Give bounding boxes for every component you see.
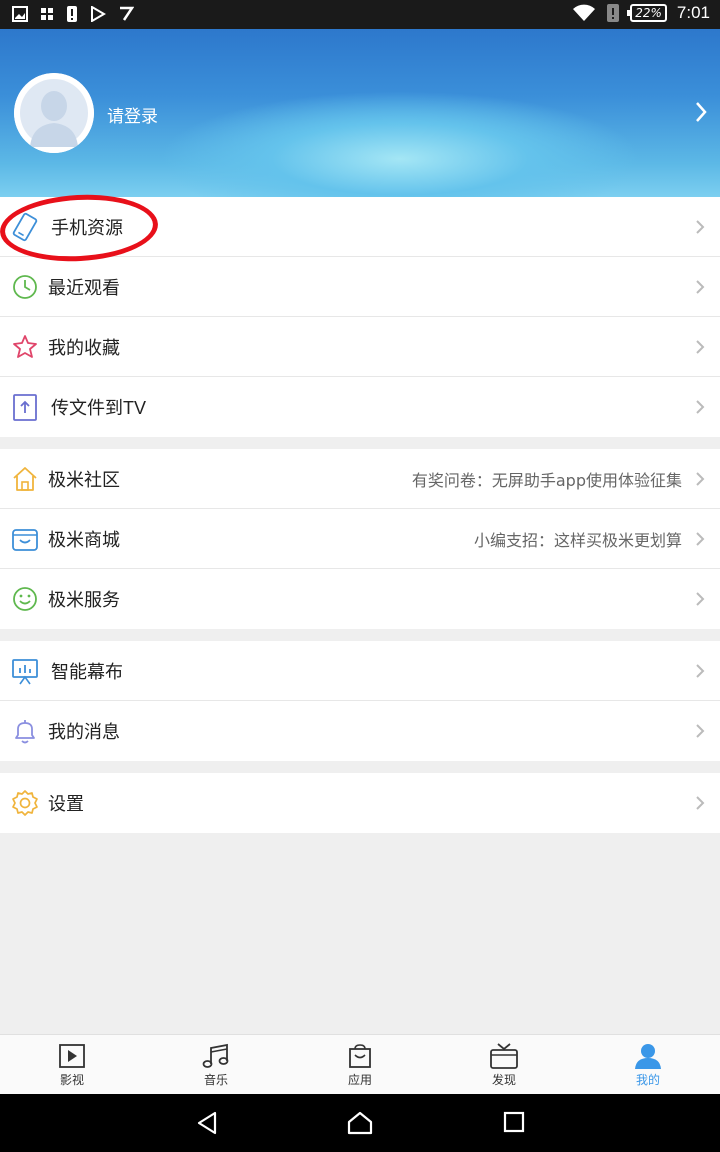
chevron-right-icon [696, 532, 705, 546]
menu-item-label: 极米社区 [48, 469, 120, 490]
menu-item-community[interactable]: 极米社区 有奖问卷：无屏助手app使用体验征集 [0, 449, 720, 509]
menu-item-label: 手机资源 [51, 217, 123, 238]
bottom-tab-bar: 影视 音乐 应用 发现 我的 [0, 1034, 720, 1094]
tab-apps[interactable]: 应用 [288, 1035, 432, 1094]
gear-icon [12, 790, 38, 816]
menu-item-label: 最近观看 [48, 277, 120, 298]
menu-item-label: 我的消息 [48, 722, 120, 742]
tab-label: 影视 [59, 1073, 84, 1087]
avatar[interactable] [14, 73, 94, 153]
chevron-right-icon [696, 400, 705, 414]
menu-group-media: 手机资源 最近观看 我的收藏 传文件到TV [0, 197, 720, 437]
app-notification-icon [120, 6, 134, 21]
profile-header[interactable]: 请登录 [0, 29, 720, 197]
tab-mine[interactable]: 我的 [576, 1035, 720, 1094]
menu-item-label: 极米商城 [48, 529, 120, 550]
tv-icon [490, 1043, 518, 1069]
battery-indicator: 22% [627, 4, 667, 22]
play-icon [59, 1044, 85, 1068]
login-prompt[interactable]: 请登录 [107, 102, 158, 127]
shopping-bag-icon [349, 1044, 371, 1068]
menu-group-devices: 智能幕布 我的消息 [0, 641, 720, 761]
chevron-right-icon [696, 796, 705, 810]
menu-item-phone-resources[interactable]: 手机资源 [0, 197, 720, 257]
tab-label: 音乐 [203, 1073, 228, 1087]
tab-label: 发现 [491, 1073, 516, 1087]
menu-item-label: 极米服务 [48, 590, 120, 610]
chevron-right-icon [696, 280, 705, 294]
shopping-basket-icon [12, 529, 38, 551]
projector-screen-icon [12, 659, 38, 685]
phone-icon [12, 212, 38, 242]
alert-notification-icon [67, 6, 77, 22]
tab-music[interactable]: 音乐 [144, 1035, 288, 1094]
menu-item-messages[interactable]: 我的消息 [0, 701, 720, 761]
menu-item-label: 智能幕布 [51, 661, 123, 682]
menu-item-label: 我的收藏 [48, 337, 120, 358]
status-bar: 22% 7:01 [0, 0, 720, 29]
menu-group-settings: 设置 [0, 773, 720, 833]
back-icon[interactable] [196, 1111, 218, 1135]
clock-icon [13, 275, 37, 299]
star-icon [13, 335, 37, 358]
chevron-right-icon [696, 724, 705, 738]
menu-item-service[interactable]: 极米服务 [0, 569, 720, 629]
bell-icon [15, 720, 35, 744]
wifi-icon [573, 4, 596, 21]
tab-discover[interactable]: 发现 [432, 1035, 576, 1094]
menu-item-hint: 小编支招：这样买极米更划算 [473, 530, 682, 550]
menu-item-settings[interactable]: 设置 [0, 773, 720, 833]
menu-item-label: 设置 [48, 794, 84, 814]
chevron-right-icon [696, 592, 705, 606]
play-store-notification-icon [91, 6, 106, 22]
menu-group-xgimi: 极米社区 有奖问卷：无屏助手app使用体验征集 极米商城 小编支招：这样买极米更… [0, 449, 720, 629]
chevron-right-icon [696, 220, 705, 234]
home-icon[interactable] [347, 1111, 373, 1135]
chevron-right-icon [696, 472, 705, 486]
tab-label: 我的 [635, 1073, 660, 1087]
tab-label: 应用 [347, 1073, 372, 1087]
smile-icon [13, 587, 37, 611]
music-note-icon [202, 1043, 229, 1068]
menu-item-send-to-tv[interactable]: 传文件到TV [0, 377, 720, 437]
menu-item-favorites[interactable]: 我的收藏 [0, 317, 720, 377]
recents-icon[interactable] [503, 1111, 525, 1133]
default-avatar-icon [14, 73, 94, 153]
menu-item-label: 传文件到TV [51, 398, 147, 418]
sim-icon [607, 4, 620, 22]
menu-item-recent[interactable]: 最近观看 [0, 257, 720, 317]
tab-video[interactable]: 影视 [0, 1035, 144, 1094]
clock: 7:01 [676, 3, 710, 22]
grid-notification-icon [41, 8, 53, 20]
menu-item-hint: 有奖问卷：无屏助手app使用体验征集 [411, 470, 682, 490]
menu-item-store[interactable]: 极米商城 小编支招：这样买极米更划算 [0, 509, 720, 569]
chevron-right-icon [696, 664, 705, 678]
upload-file-icon [13, 394, 37, 421]
person-icon [635, 1044, 661, 1069]
image-notification-icon [12, 6, 28, 22]
system-navigation-bar [0, 1094, 720, 1152]
chevron-right-icon [696, 340, 705, 354]
menu-item-smart-screen[interactable]: 智能幕布 [0, 641, 720, 701]
house-icon [13, 467, 37, 491]
chevron-right-icon[interactable] [694, 101, 708, 123]
